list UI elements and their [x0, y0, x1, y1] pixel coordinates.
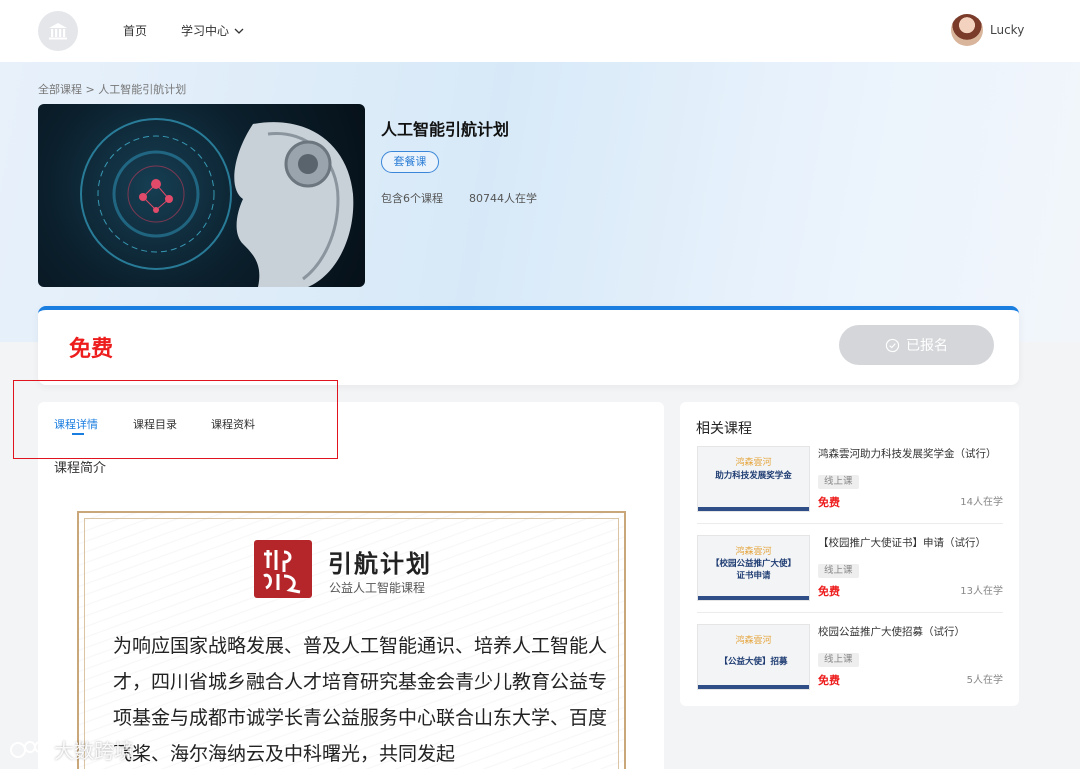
building-icon	[49, 23, 67, 40]
top-navbar: 首页 学习中心 Lucky	[0, 0, 1080, 62]
course-title: 人工智能引航计划	[381, 120, 510, 139]
related-course-name[interactable]: 校园公益推广大使招募（试行）	[818, 624, 1008, 639]
related-course-name[interactable]: 【校园推广大使证书】申请（试行）	[818, 535, 1008, 550]
watermark: 大数跨境	[8, 735, 134, 764]
related-course-item[interactable]: 鸿森雲河 【公益大使】招募 校园公益推广大使招募（试行） 线上课 免费 5人在学	[697, 624, 1003, 704]
thumb-title: 【公益大使】招募	[719, 657, 788, 667]
thumb-stripe	[698, 685, 809, 689]
thumb-brand: 鸿森雲河	[735, 547, 772, 557]
enrolled-label: 已报名	[906, 337, 948, 353]
thumb-stripe	[698, 507, 809, 511]
username[interactable]: Lucky	[990, 23, 1024, 37]
related-courses-title: 相关课程	[696, 421, 752, 437]
poster-title: 引航计划	[328, 550, 432, 578]
related-course-price: 免费	[818, 496, 840, 509]
related-course-thumbnail[interactable]: 鸿森雲河 【校园公益推广大使】证书申请	[697, 535, 810, 601]
poster-subtitle: 公益人工智能课程	[329, 581, 426, 595]
related-course-price: 免费	[818, 585, 840, 598]
enrolled-button[interactable]: 已报名	[839, 325, 994, 365]
list-divider	[697, 612, 1003, 613]
annotation-highlight-box	[13, 380, 338, 459]
seal-logo-icon	[254, 540, 312, 598]
related-course-thumbnail[interactable]: 鸿森雲河 【公益大使】招募	[697, 624, 810, 690]
thumb-brand: 鸿森雲河	[735, 636, 772, 646]
course-type-badge: 线上课	[818, 653, 859, 667]
course-count: 包含6个课程	[381, 192, 443, 205]
user-avatar[interactable]	[951, 14, 983, 46]
course-cover-image	[38, 104, 365, 287]
thumb-brand: 鸿森雲河	[735, 458, 772, 468]
related-course-learners: 5人在学	[966, 675, 1003, 686]
thumb-title: 助力科技发展奖学金	[715, 471, 792, 481]
related-course-item[interactable]: 鸿森雲河 助力科技发展奖学金 鸿森雲河助力科技发展奖学金（试行） 线上课 免费 …	[697, 446, 1003, 526]
poster-body-text: 为响应国家战略发展、普及人工智能通识、培养人工智能人才，四川省城乡融合人才培育研…	[113, 635, 608, 765]
watermark-text: 大数跨境	[54, 739, 134, 763]
watermark-logo-icon	[10, 740, 46, 758]
course-type-badge: 线上课	[818, 564, 859, 578]
thumb-stripe	[698, 596, 809, 600]
course-type-badge: 套餐课	[381, 151, 439, 173]
breadcrumb[interactable]: 全部课程 > 人工智能引航计划	[38, 81, 186, 97]
related-course-learners: 14人在学	[960, 497, 1003, 508]
nav-learning-center-label: 学习中心	[181, 24, 230, 38]
thumb-title: 【校园公益推广大使】证书申请	[710, 559, 796, 581]
section-title-intro: 课程简介	[54, 461, 107, 476]
chevron-down-icon	[234, 28, 244, 34]
related-course-price: 免费	[818, 674, 840, 687]
learner-count: 80744人在学	[469, 192, 537, 205]
course-price: 免费	[69, 337, 114, 362]
nav-home-link[interactable]: 首页	[123, 22, 147, 39]
site-logo[interactable]	[38, 11, 78, 51]
related-course-name[interactable]: 鸿森雲河助力科技发展奖学金（试行）	[818, 446, 1008, 461]
list-divider	[697, 523, 1003, 524]
related-course-thumbnail[interactable]: 鸿森雲河 助力科技发展奖学金	[697, 446, 810, 512]
related-course-item[interactable]: 鸿森雲河 【校园公益推广大使】证书申请 【校园推广大使证书】申请（试行） 线上课…	[697, 535, 1003, 615]
course-type-badge: 线上课	[818, 475, 859, 489]
check-circle-icon	[885, 338, 900, 352]
related-course-learners: 13人在学	[960, 586, 1003, 597]
nav-learning-center-dropdown[interactable]: 学习中心	[181, 22, 245, 39]
